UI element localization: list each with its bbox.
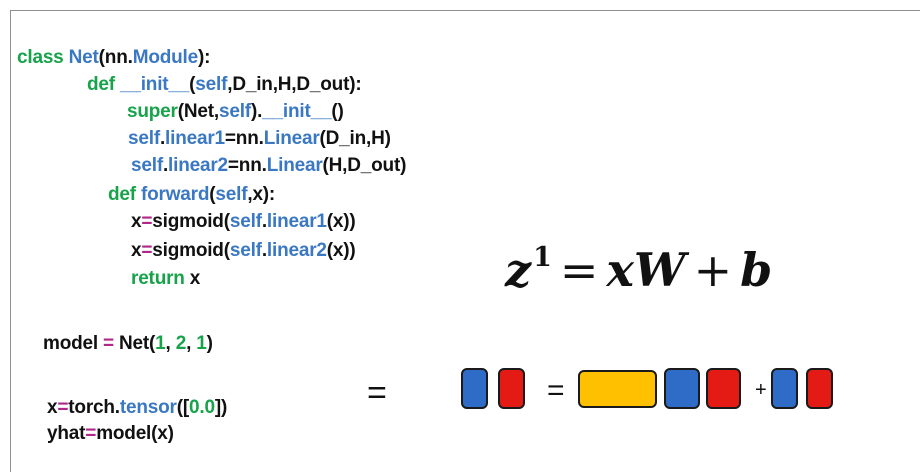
equation-term-b: b xyxy=(740,243,773,297)
code-line-def-forward: def forward(self,x): xyxy=(108,184,275,206)
code-token: model(x) xyxy=(96,423,174,444)
code-token: (H,D_out) xyxy=(322,155,407,176)
code-token: (x)) xyxy=(326,240,356,261)
code-token: = xyxy=(57,397,69,418)
code-token: Net xyxy=(68,47,99,68)
code-token: def xyxy=(108,184,141,205)
equation-term-xw: xW xyxy=(606,243,686,297)
code-token: class xyxy=(17,47,69,68)
code-token: sigmoid( xyxy=(152,240,230,261)
code-token: Module xyxy=(132,47,198,68)
code-token: 1 xyxy=(155,333,166,354)
code-token: yhat xyxy=(47,423,86,444)
code-token: forward xyxy=(140,184,210,205)
input-x-blue-box xyxy=(461,368,488,409)
equation-plus: + xyxy=(693,243,733,297)
code-token: return xyxy=(131,268,190,289)
input-x-red-box xyxy=(498,368,525,409)
code-token: ,x): xyxy=(247,184,276,205)
code-token: =nn. xyxy=(224,128,264,149)
code-token: = xyxy=(141,211,153,232)
code-token: x xyxy=(131,211,142,232)
weight-w-red-box xyxy=(706,368,741,409)
code-token: ,D_in,H,D_out): xyxy=(227,74,362,95)
code-token: linear1 xyxy=(266,211,327,232)
code-token: (nn. xyxy=(98,47,133,68)
equation-equals: = xyxy=(559,243,599,297)
code-token: model xyxy=(43,333,104,354)
equation-lhs: z xyxy=(505,243,532,297)
code-token: ): xyxy=(197,47,211,68)
code-line-model: model = Net(1, 2, 1) xyxy=(43,333,213,355)
code-token: tensor xyxy=(119,397,177,418)
code-token: , xyxy=(186,333,197,354)
code-token: __init__ xyxy=(119,74,190,95)
code-token: (D_in,H) xyxy=(319,128,391,149)
equation-superscript: 1 xyxy=(533,242,552,273)
code-token: (Net, xyxy=(177,101,219,122)
weight-w-blue-box xyxy=(664,368,700,409)
code-token: ). xyxy=(250,101,263,122)
code-token: 0.0 xyxy=(189,397,215,418)
code-token: self xyxy=(215,184,248,205)
code-token: self xyxy=(128,128,160,149)
code-token: linear2 xyxy=(168,155,228,176)
code-token: self xyxy=(131,155,163,176)
code-line-linear2: self.linear2=nn.Linear(H,D_out) xyxy=(131,155,406,177)
code-line-return: return x xyxy=(131,268,200,290)
code-token: self xyxy=(218,101,251,122)
code-token: torch. xyxy=(68,397,120,418)
bias-b-red-box xyxy=(806,368,833,409)
diagram-equals-left: = xyxy=(367,374,387,412)
code-token: 2 xyxy=(175,333,187,354)
code-line-forward2: x=sigmoid(self.linear2(x)) xyxy=(131,240,356,262)
code-token: ]) xyxy=(214,397,228,418)
input-x-yellow-box xyxy=(578,370,657,408)
diagram-plus: + xyxy=(755,379,767,401)
code-token: = xyxy=(141,240,153,261)
code-token: linear1 xyxy=(165,128,225,149)
code-line-tensor: x=torch.tensor([0.0]) xyxy=(47,397,227,419)
code-token: x xyxy=(131,240,142,261)
code-token: x xyxy=(189,268,201,289)
code-token: __init__ xyxy=(262,101,332,122)
code-token: ([ xyxy=(176,397,190,418)
code-token: 1 xyxy=(196,333,207,354)
code-token: ) xyxy=(206,333,213,354)
code-token: super xyxy=(127,101,178,122)
diagram-equals-mid: = xyxy=(547,374,565,407)
code-line-yhat: yhat=model(x) xyxy=(47,423,174,445)
code-token: Linear xyxy=(263,128,320,149)
code-token: Linear xyxy=(266,155,323,176)
linear-equation: z1 = xW + b xyxy=(505,232,772,296)
code-token: =nn. xyxy=(227,155,267,176)
code-line-linear1: self.linear1=nn.Linear(D_in,H) xyxy=(128,128,391,150)
code-line-def-init: def __init__(self,D_in,H,D_out): xyxy=(87,74,362,96)
code-token: self xyxy=(229,240,262,261)
code-token: self xyxy=(195,74,228,95)
code-token: sigmoid( xyxy=(152,211,230,232)
code-token: Net( xyxy=(113,333,156,354)
code-token: x xyxy=(47,397,58,418)
code-token: (x)) xyxy=(326,211,356,232)
code-token: = xyxy=(85,423,97,444)
code-token: , xyxy=(165,333,176,354)
bias-b-blue-box xyxy=(771,368,798,409)
code-token: = xyxy=(103,333,114,354)
code-token: self xyxy=(229,211,262,232)
code-line-super: super(Net,self).__init__() xyxy=(127,101,344,123)
code-token: def xyxy=(87,74,120,95)
code-token: linear2 xyxy=(266,240,327,261)
code-line-forward1: x=sigmoid(self.linear1(x)) xyxy=(131,211,356,233)
code-line-class: class Net(nn.Module): xyxy=(17,47,210,69)
code-token: () xyxy=(331,101,344,122)
